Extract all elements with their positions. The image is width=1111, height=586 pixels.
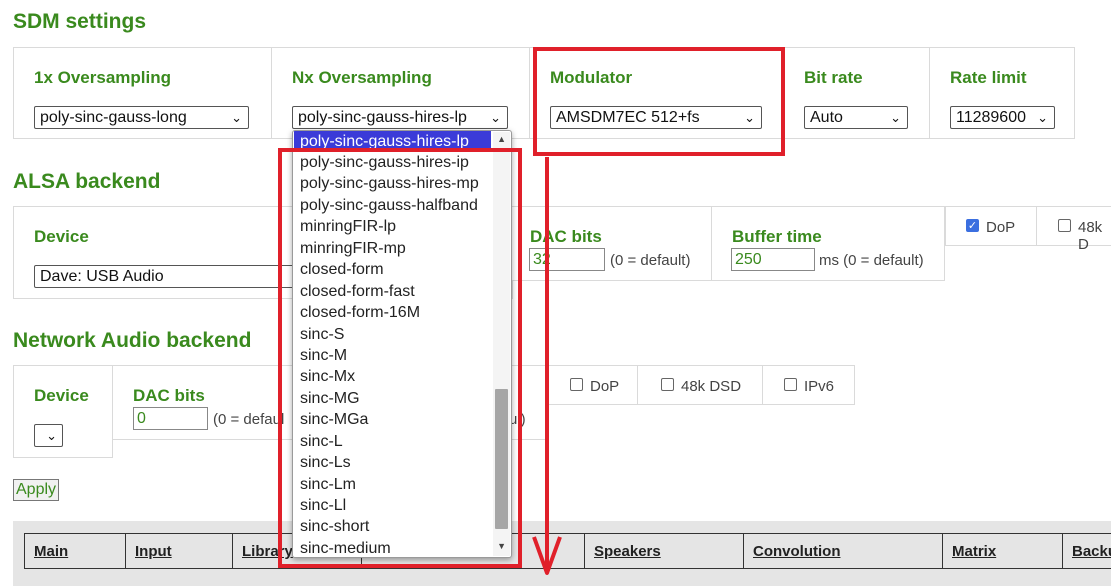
network-ipv6-label: IPv6 (804, 378, 835, 395)
bit-rate-value: Auto (810, 109, 843, 126)
oversampling-nx-select[interactable]: poly-sinc-gauss-hires-lp ⌄ (292, 106, 508, 129)
alsa-buffer-label: Buffer time (732, 227, 822, 246)
network-device-label: Device (34, 386, 89, 405)
alsa-dop-checkbox[interactable]: ✓ (966, 219, 979, 232)
alsa-dop-label: DoP (986, 219, 1016, 236)
network-ipv6-checkbox[interactable] (784, 378, 797, 391)
network-dop-checkbox[interactable] (570, 378, 583, 391)
network-title: Network Audio backend (13, 329, 252, 352)
alsa-title: ALSA backend (13, 170, 161, 193)
sdm-title: SDM settings (13, 10, 147, 33)
apply-button[interactable]: Apply (13, 479, 60, 501)
oversampling-1x-select[interactable]: poly-sinc-gauss-long ⌄ (34, 106, 249, 129)
bit-rate-label: Bit rate (804, 68, 863, 87)
alsa-48k-checkbox[interactable] (1058, 219, 1071, 232)
oversampling-nx-label: Nx Oversampling (292, 68, 432, 87)
modulator-highlight-box (533, 47, 785, 156)
network-device-cell (13, 365, 113, 458)
network-dac-bits-input[interactable]: 0 (133, 407, 208, 430)
nav-backup[interactable]: Backu (1062, 533, 1111, 569)
down-arrow-annotation-icon (532, 157, 562, 575)
nav-main[interactable]: Main (24, 533, 126, 569)
network-device-select[interactable]: ⌄ (34, 424, 63, 447)
nav-input[interactable]: Input (125, 533, 233, 569)
bit-rate-select[interactable]: Auto ⌄ (804, 106, 908, 129)
dropdown-highlight-box (278, 148, 522, 568)
network-dop-label: DoP (590, 378, 620, 395)
chevron-down-icon: ⌄ (890, 110, 901, 125)
chevron-down-icon: ⌄ (1037, 110, 1048, 125)
alsa-dac-bits-hint: (0 = default) (610, 252, 691, 269)
alsa-48k-label: 48k D (1078, 219, 1103, 253)
alsa-device-label: Device (34, 227, 89, 246)
rate-limit-select[interactable]: 11289600 ⌄ (950, 106, 1055, 129)
network-dac-bits-label: DAC bits (133, 386, 205, 405)
nav-matrix[interactable]: Matrix (942, 533, 1063, 569)
oversampling-nx-value: poly-sinc-gauss-hires-lp (298, 109, 467, 126)
alsa-buffer-hint: ms (0 = default) (819, 252, 924, 269)
nav-speakers[interactable]: Speakers (584, 533, 744, 569)
chevron-down-icon: ⌄ (231, 110, 242, 125)
rate-limit-value: 11289600 (956, 109, 1026, 126)
oversampling-1x-label: 1x Oversampling (34, 68, 172, 87)
network-dac-bits-hint: (0 = defaul (213, 411, 285, 428)
scroll-up-arrow-icon[interactable]: ▲ (497, 134, 506, 144)
rate-limit-label: Rate limit (950, 68, 1027, 87)
alsa-device-value: Dave: USB Audio (40, 268, 164, 285)
network-48k-checkbox[interactable] (661, 378, 674, 391)
alsa-buffer-input[interactable]: 250 (731, 248, 815, 271)
oversampling-1x-value: poly-sinc-gauss-long (40, 109, 187, 126)
network-48k-label: 48k DSD (681, 378, 742, 395)
chevron-down-icon: ⌄ (490, 110, 501, 125)
alsa-device-select[interactable]: Dave: USB Audio (34, 265, 294, 288)
chevron-down-icon: ⌄ (46, 428, 57, 443)
nav-convolution[interactable]: Convolution (743, 533, 943, 569)
